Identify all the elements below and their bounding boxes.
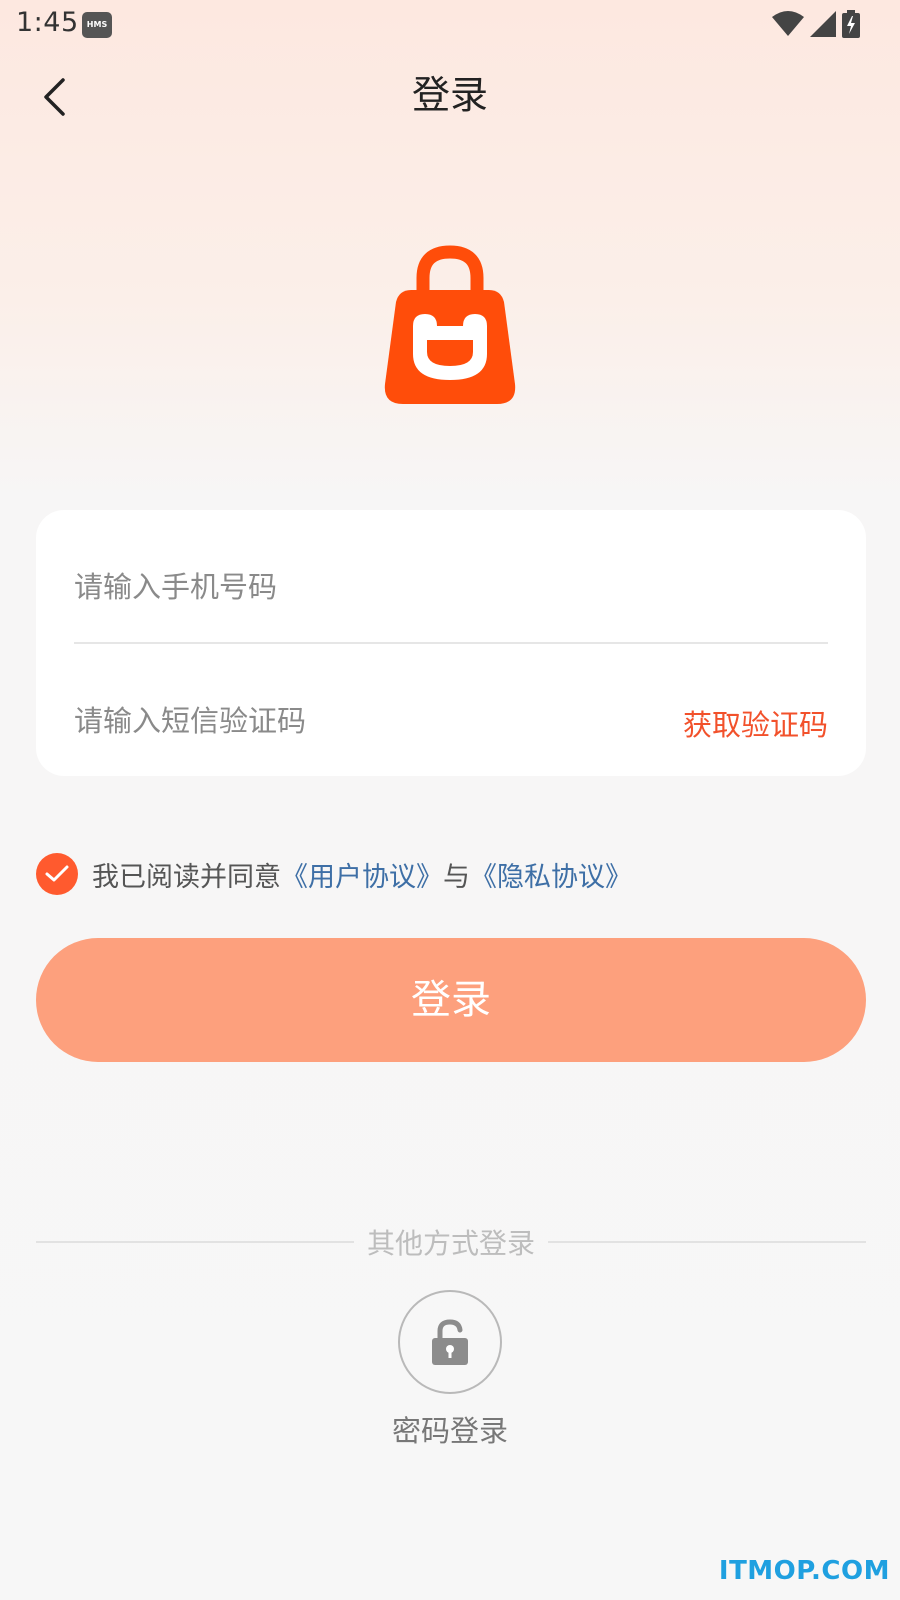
password-login-label: 密码登录 [391, 1414, 508, 1448]
password-login-circle [398, 1290, 502, 1394]
battery-icon [842, 10, 860, 38]
lock-icon [432, 1319, 468, 1365]
login-button[interactable]: 登录 [36, 938, 866, 1062]
agreement-text: 我已阅读并同意 [92, 861, 281, 893]
status-bar: 1:45 HMS [0, 0, 900, 52]
agreement-and-text: 与 [443, 861, 470, 893]
checkmark-icon [45, 865, 69, 882]
nav-bar: 登录 [0, 52, 900, 132]
wifi-icon [772, 11, 804, 36]
status-icons [772, 10, 860, 38]
agreement-row: 我已阅读并同意 《用户协议》 与 《隐私协议》 [36, 852, 632, 896]
code-field-row: 获取验证码 [74, 686, 828, 756]
divider-line-right [548, 1241, 866, 1243]
watermark: ITMOP.COM [718, 1556, 890, 1586]
privacy-agreement-link[interactable]: 《隐私协议》 [470, 855, 632, 894]
login-form-card: 获取验证码 [36, 510, 866, 776]
sms-code-input[interactable] [74, 704, 554, 738]
password-login-button[interactable]: 密码登录 [380, 1290, 520, 1460]
app-logo-icon [384, 245, 516, 404]
other-login-divider: 其他方式登录 [36, 1222, 866, 1262]
page-title: 登录 [411, 73, 488, 117]
get-code-button[interactable]: 获取验证码 [683, 702, 828, 744]
signal-icon [810, 11, 836, 37]
hms-badge: HMS [82, 12, 112, 38]
user-agreement-link[interactable]: 《用户协议》 [281, 855, 443, 894]
agreement-checkbox[interactable] [36, 853, 78, 895]
phone-field-row [74, 552, 828, 622]
phone-input[interactable] [74, 570, 554, 604]
status-time: 1:45 [16, 7, 79, 38]
field-divider [74, 642, 828, 644]
